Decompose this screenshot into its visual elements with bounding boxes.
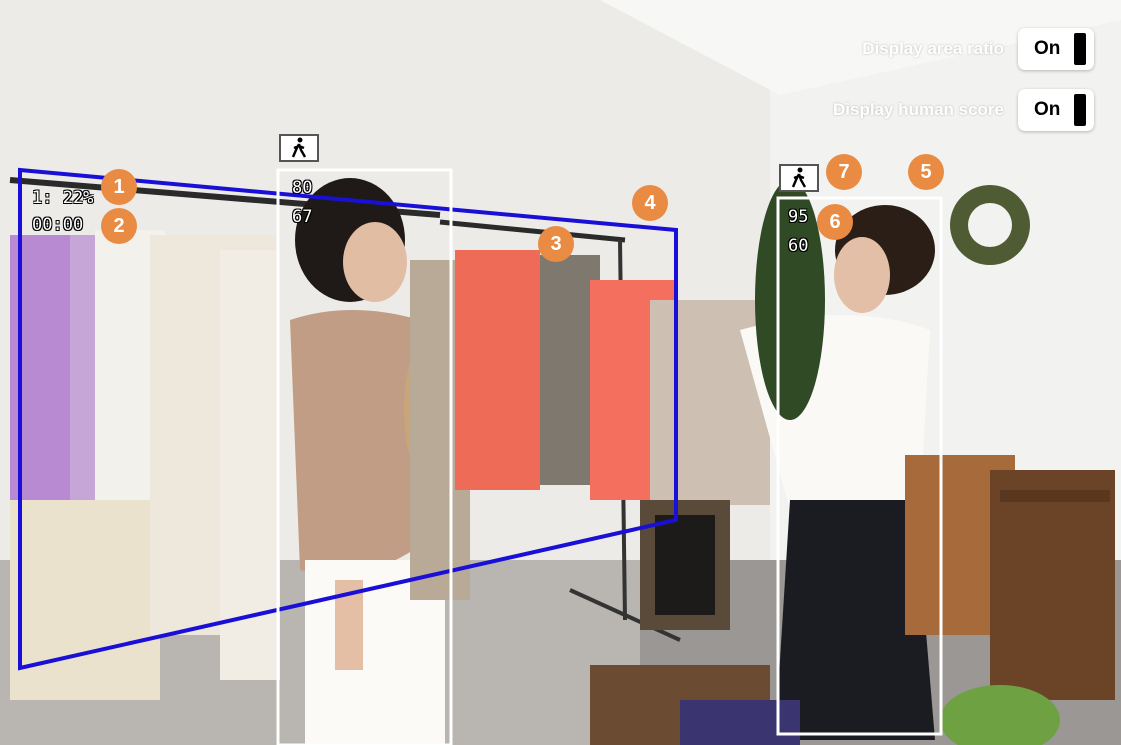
toggle-knob	[1074, 33, 1086, 65]
walking-person-icon	[779, 164, 819, 192]
human-score-label: Display human score	[832, 100, 1004, 119]
timer-readout: 00:00	[32, 215, 84, 235]
area-ratio-toggle-value: On	[1034, 38, 1061, 59]
callout-6: 6	[817, 204, 853, 240]
area-ratio-readout: 1: 22%	[32, 188, 94, 208]
area-ratio-label: Display area ratio	[862, 39, 1004, 58]
person2-score-b: 60	[788, 236, 809, 256]
area-ratio-toggle[interactable]: On	[1018, 28, 1094, 70]
camera-view: 1: 22% 00:00 80 67 95 60 1 2 3 4 5 6 7 D…	[0, 0, 1121, 745]
person1-score-a: 80	[292, 178, 313, 198]
callout-2: 2	[101, 208, 137, 244]
callout-3: 3	[538, 226, 574, 262]
area-ratio-control: Display area ratio On	[862, 28, 1094, 70]
person2-score-a: 95	[788, 207, 809, 227]
walking-person-icon	[279, 134, 319, 162]
callout-1: 1	[101, 169, 137, 205]
callout-7: 7	[826, 154, 862, 190]
callout-4: 4	[632, 185, 668, 221]
human-score-toggle-value: On	[1034, 99, 1061, 120]
human-score-control: Display human score On	[833, 89, 1094, 131]
person1-score-b: 67	[292, 207, 313, 227]
human-score-toggle[interactable]: On	[1018, 89, 1094, 131]
toggle-knob	[1074, 94, 1086, 126]
callout-5: 5	[908, 154, 944, 190]
